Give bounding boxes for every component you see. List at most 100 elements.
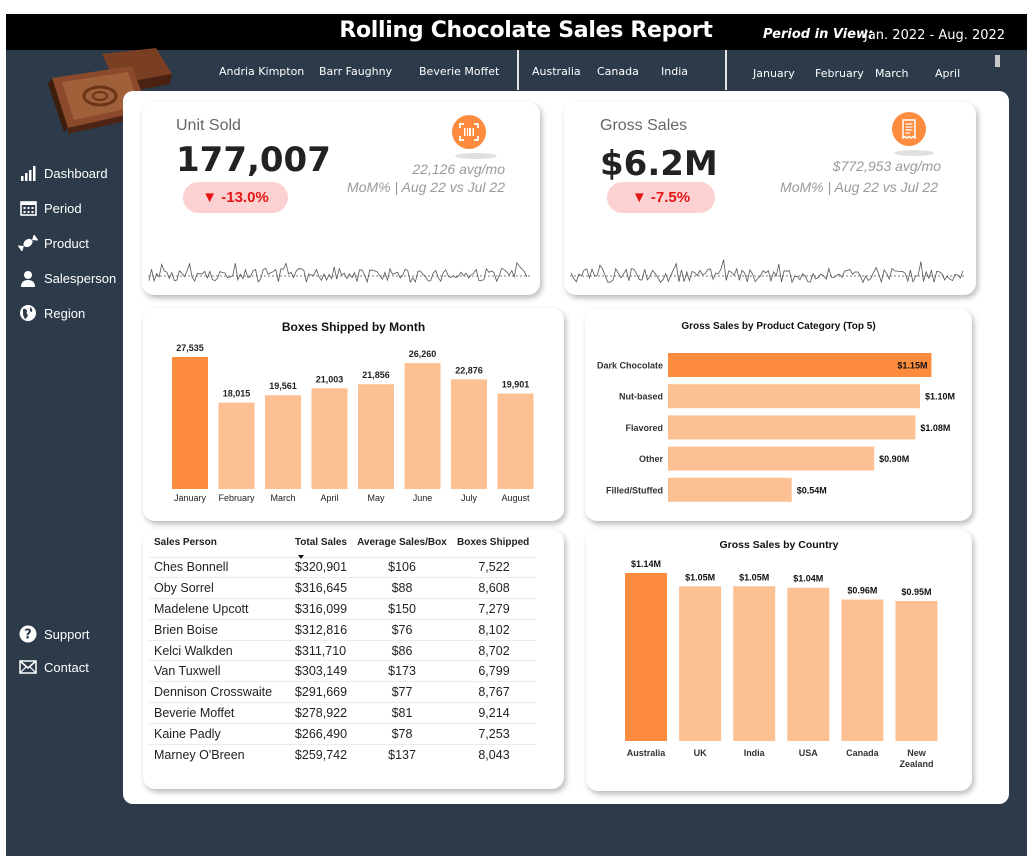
kpi-card-gross-sales[interactable]: Gross Sales $6.2M ▼ -7.5% $772,953 avg/m… [564, 102, 976, 295]
nav-label: Period [44, 200, 82, 216]
slicer-month-0[interactable]: January [753, 67, 795, 80]
table-cell: $137 [352, 743, 453, 765]
table-row[interactable]: Ches Bonnell $320,901 $106 7,522 [149, 556, 536, 578]
data-label: 21,856 [362, 370, 390, 380]
sparkline-path [570, 259, 964, 284]
bar-category[interactable] [668, 446, 875, 471]
kpi-value: 177,007 [176, 140, 331, 180]
slicer-salesperson-2[interactable]: Beverie Moffet [419, 65, 499, 78]
table-cell: $76 [352, 618, 453, 641]
bar-country[interactable] [679, 586, 722, 741]
data-label: 26,260 [409, 349, 437, 359]
product-category-chart[interactable]: Gross Sales by Product Category (Top 5) … [585, 309, 972, 521]
bar-country[interactable] [625, 573, 667, 741]
bar-category[interactable] [668, 415, 916, 440]
table-cell: $86 [352, 639, 453, 661]
data-label: $1.15M [897, 361, 927, 371]
slicer-country-0[interactable]: Australia [532, 65, 581, 78]
kpi-average: $772,953 avg/mo [832, 158, 941, 174]
column-header-sales-person[interactable]: Sales Person [149, 529, 290, 557]
column-header-boxes-shipped[interactable]: Boxes Shipped [452, 529, 536, 557]
table-row[interactable]: Marney O'Breen $259,742 $137 8,043 [149, 743, 536, 765]
slicer-salesperson-0[interactable]: Andria Kimpton [219, 65, 304, 78]
table-cell: 7,522 [452, 556, 536, 578]
bar-category[interactable] [668, 384, 920, 409]
slicer-salesperson-1[interactable]: Barr Faughny [319, 65, 392, 78]
table-cell: $150 [352, 598, 453, 620]
bar-may[interactable] [358, 384, 394, 489]
nav-period[interactable]: Period [18, 199, 82, 217]
table-row[interactable]: Oby Sorrel $316,645 $88 8,608 [149, 577, 536, 599]
column-header-average-sales[interactable]: Average Sales/Box [352, 529, 452, 557]
bar-country[interactable] [787, 587, 830, 741]
kpi-comparison-note: MoM% | Aug 22 vs Jul 22 [347, 179, 505, 195]
slicer-month-2[interactable]: March [875, 67, 909, 80]
nav-dashboard[interactable]: Dashboard [18, 164, 108, 182]
table-cell: 9,214 [452, 702, 536, 724]
bar-july[interactable] [451, 379, 487, 489]
table-cell: Kelci Walkden [149, 639, 290, 661]
table-row[interactable]: Kelci Walkden $311,710 $86 8,702 [149, 639, 536, 661]
period-value: Jan. 2022 - Aug. 2022 [864, 28, 1006, 43]
table-row[interactable]: Van Tuxwell $303,149 $173 6,799 [149, 660, 536, 682]
table-row[interactable]: Madelene Upcott $316,099 $150 7,279 [149, 598, 536, 620]
table-cell: $316,099 [289, 598, 353, 620]
table-cell: 8,043 [452, 743, 536, 765]
period-label: Period in View: [763, 27, 874, 42]
bar-january[interactable] [172, 357, 208, 489]
table-cell: $303,149 [289, 660, 353, 682]
data-label: $0.96M [847, 586, 877, 596]
nav-contact[interactable]: Contact [18, 658, 89, 676]
kpi-card-units[interactable]: Unit Sold 177,007 ▼ -13.0% 22,126 avg/mo… [142, 102, 540, 295]
table-row[interactable]: Kaine Padly $266,490 $78 7,253 [149, 722, 536, 745]
kpi-label: Gross Sales [600, 117, 688, 134]
sparkline-path [148, 261, 528, 284]
data-label: $1.04M [793, 574, 823, 584]
salesperson-table-card[interactable]: Sales Person Total Sales Average Sales/B… [143, 530, 564, 789]
table-row[interactable]: Brien Boise $312,816 $76 8,102 [149, 618, 536, 641]
column-header-label: Total Sales [294, 537, 347, 549]
category-label: Nut-based [619, 392, 663, 402]
data-label: 21,003 [316, 374, 344, 384]
bar-march[interactable] [265, 395, 301, 489]
nav-support[interactable]: ? Support [18, 625, 90, 643]
table-row[interactable]: Dennison Crosswaite $291,669 $77 8,767 [149, 681, 536, 703]
table-cell: Brien Boise [149, 618, 290, 641]
category-label: July [461, 493, 478, 503]
table-cell: $106 [352, 556, 453, 578]
calendar-icon [18, 199, 38, 217]
category-label: May [367, 493, 385, 503]
table-row[interactable]: Beverie Moffet $278,922 $81 9,214 [149, 702, 536, 724]
slicer-country-2[interactable]: India [661, 65, 688, 78]
data-label: 19,901 [502, 380, 530, 390]
boxes-by-month-chart[interactable]: Boxes Shipped by Month 27,535 January 18,0… [143, 308, 564, 521]
category-label: New Zealand [899, 748, 933, 769]
bar-country[interactable] [895, 601, 938, 741]
slicer-scrollbar[interactable] [995, 55, 1000, 67]
nav-product[interactable]: Product [18, 234, 89, 252]
nav-salesperson[interactable]: Salesperson [18, 269, 116, 287]
table-cell: 8,702 [452, 639, 536, 661]
barcode-icon [452, 115, 486, 149]
bar-august[interactable] [497, 393, 534, 489]
bar-february[interactable] [218, 402, 255, 489]
table-cell: Kaine Padly [149, 722, 290, 745]
slicer-month-1[interactable]: February [815, 67, 864, 80]
bar-country[interactable] [733, 586, 776, 741]
category-label: Other [639, 454, 664, 464]
bar-category[interactable] [668, 353, 932, 377]
country-chart[interactable]: Gross Sales by Country $1.14M Australia $1… [586, 530, 972, 791]
bar-april[interactable] [311, 388, 348, 489]
table-cell: 8,102 [452, 618, 536, 641]
bar-country[interactable] [841, 599, 884, 741]
table-cell: $77 [352, 681, 453, 703]
nav-region[interactable]: Region [18, 304, 85, 322]
bar-june[interactable] [404, 363, 441, 489]
table-cell: Dennison Crosswaite [149, 681, 290, 703]
country-plot: $1.14M Australia $1.05M UK $1.05M India $1.04M… [625, 559, 938, 769]
column-header-total-sales[interactable]: Total Sales [290, 529, 352, 559]
nav-label: Region [44, 305, 86, 321]
bar-category[interactable] [668, 477, 792, 502]
slicer-month-3[interactable]: April [935, 67, 960, 80]
slicer-country-1[interactable]: Canada [597, 65, 639, 78]
